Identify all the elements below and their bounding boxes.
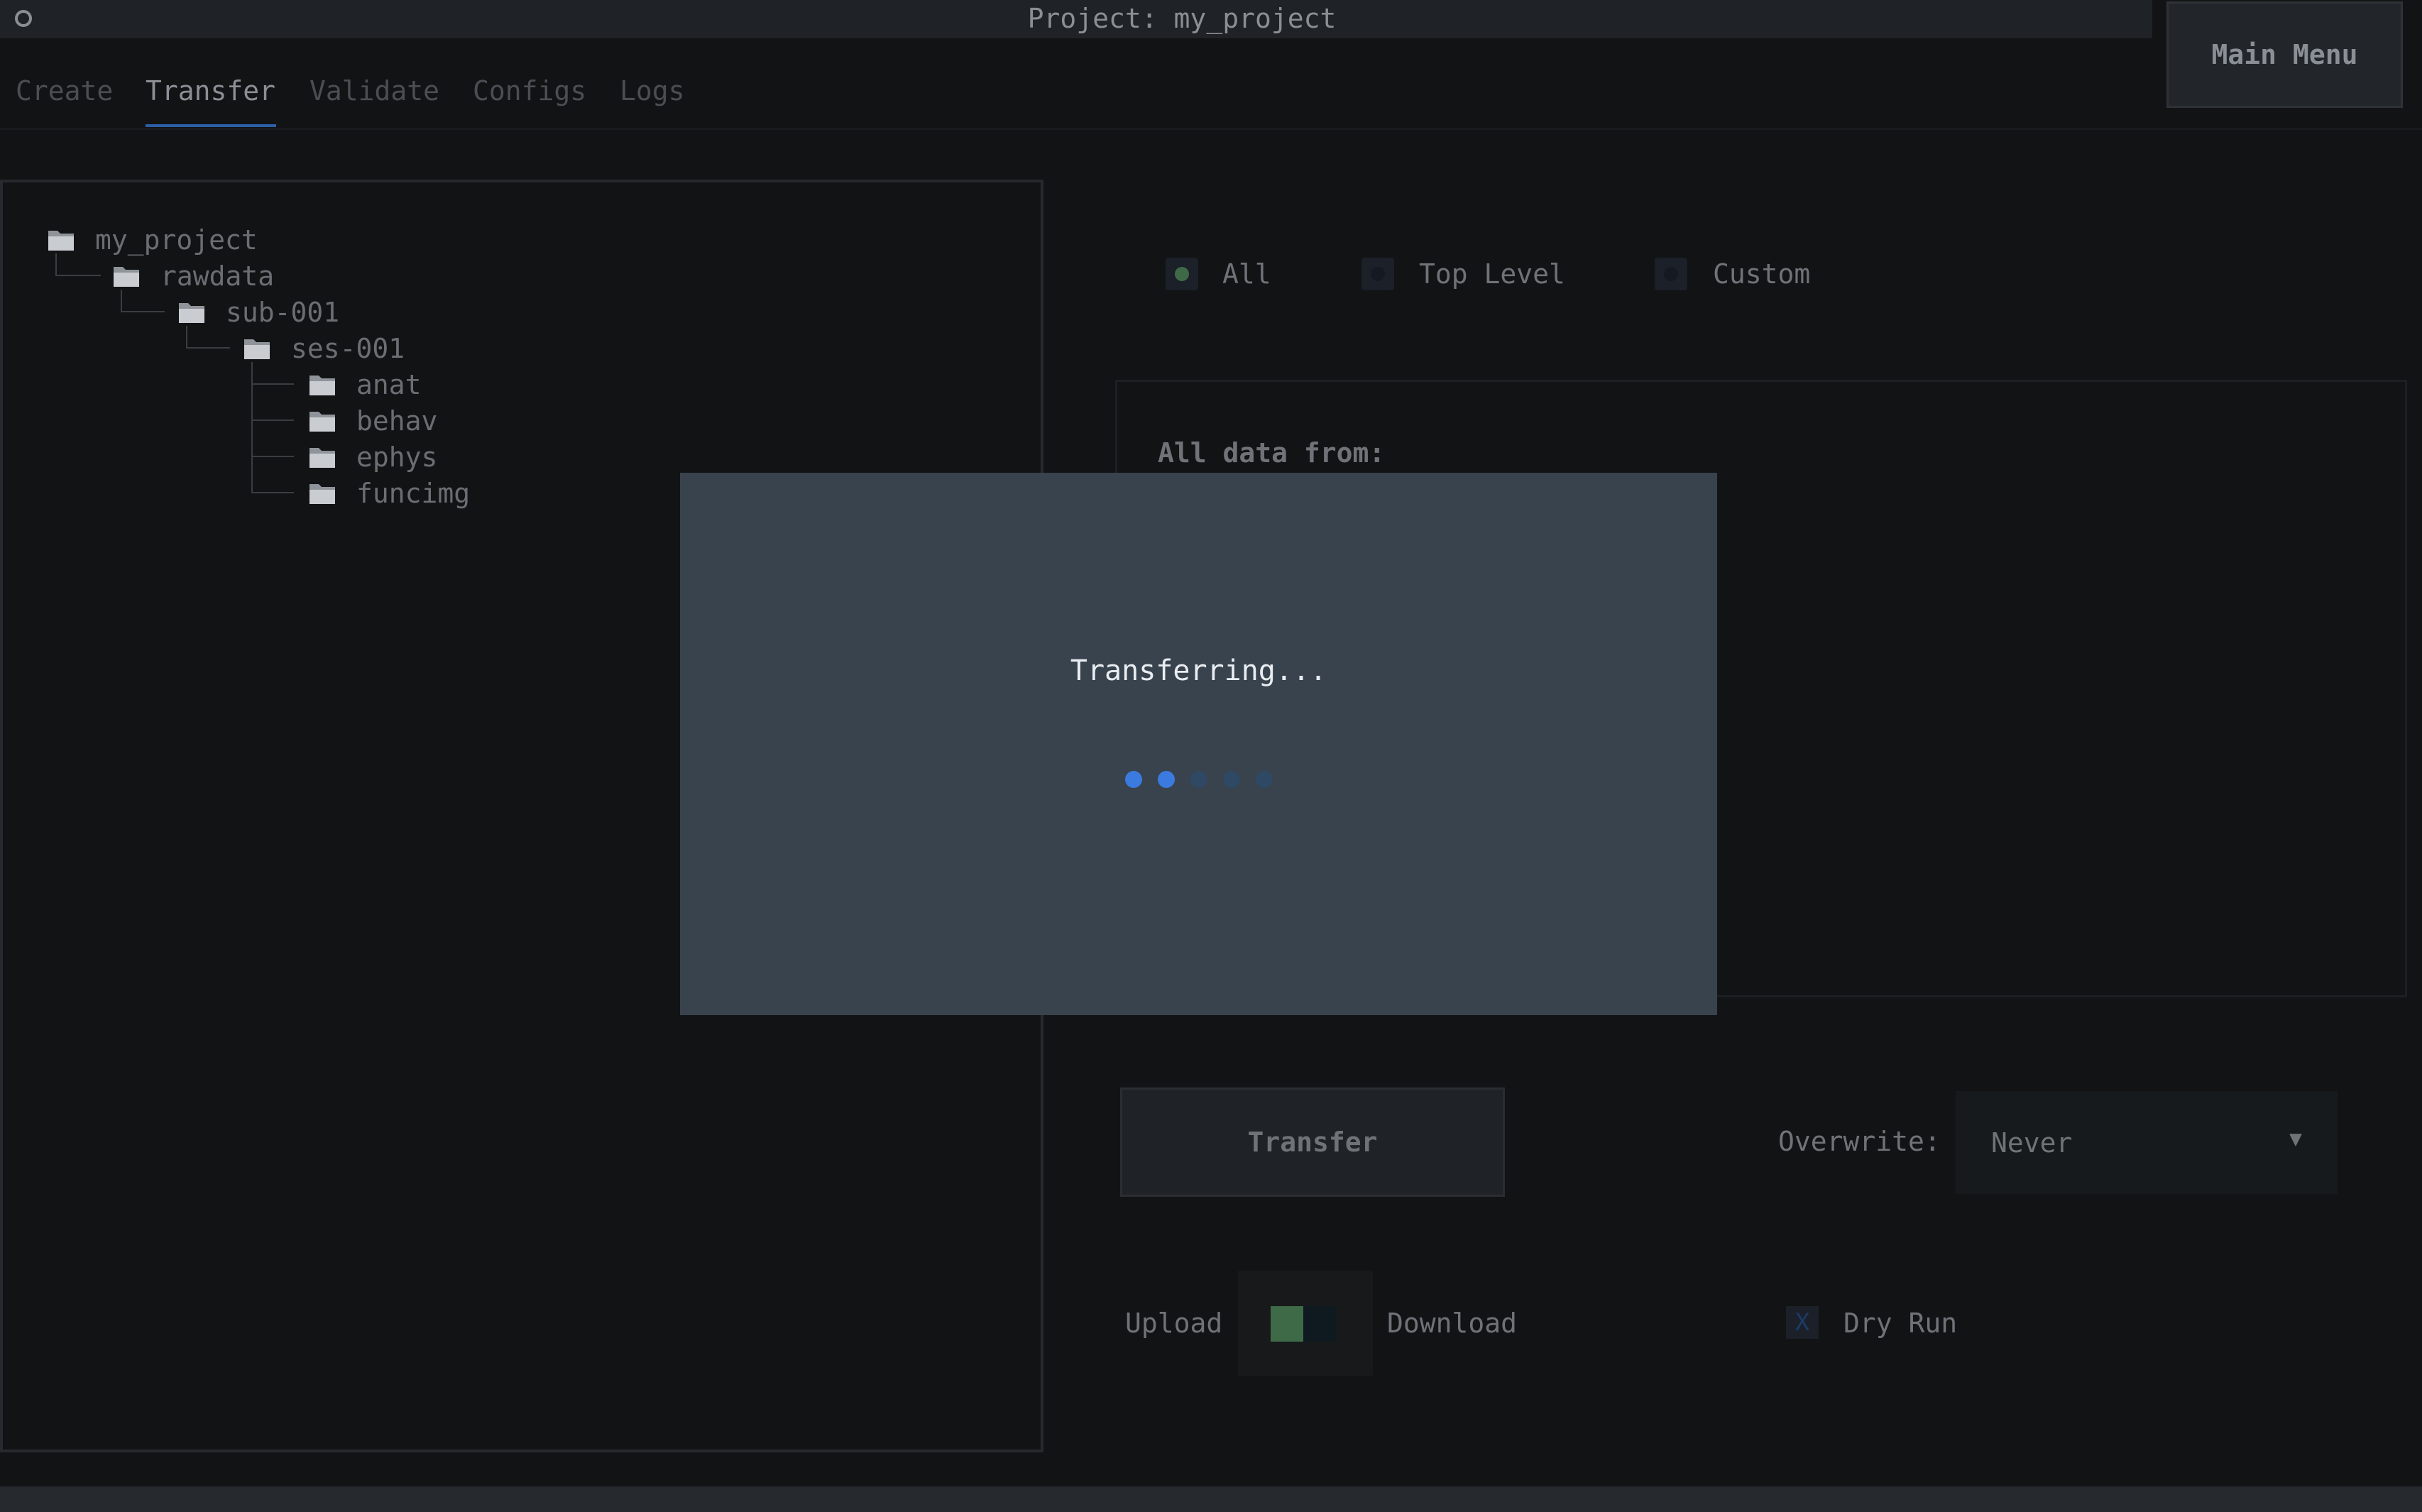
folder-icon: [309, 448, 335, 468]
transfer-details-text: All data from:: [1158, 437, 1386, 469]
tree-item-funcimg[interactable]: funcimg: [308, 476, 470, 511]
tree-item-label: my_project: [95, 224, 258, 256]
tree-item-label: rawdata: [160, 261, 275, 292]
folder-icon: [179, 303, 204, 323]
tree-item-behav[interactable]: behav: [308, 403, 437, 439]
radio-top-level[interactable]: [1361, 258, 1394, 290]
folder-icon: [309, 484, 335, 504]
tree-item-anat[interactable]: anat: [308, 367, 422, 402]
modal-message: Transferring...: [1070, 654, 1327, 687]
spinner-dot: [1222, 771, 1240, 788]
folder-icon: [48, 231, 74, 251]
overwrite-selected-value: Never: [1991, 1127, 2073, 1158]
footer-bar: [0, 1486, 2422, 1512]
tab-create[interactable]: Create: [16, 75, 113, 106]
tree-item-ses-001[interactable]: ses-001: [243, 331, 405, 366]
dry-run-label: Dry Run: [1843, 1308, 1958, 1339]
caret-down-icon: ▼: [2289, 1127, 2302, 1151]
download-label: Download: [1387, 1308, 1518, 1339]
tree-item-label: ephys: [356, 442, 438, 473]
spinner-dot: [1190, 771, 1207, 788]
tree-item-my-project[interactable]: my_project: [47, 222, 258, 258]
spinner-dot: [1157, 771, 1175, 788]
upload-label: Upload: [1125, 1308, 1223, 1339]
spinner-dot: [1255, 771, 1273, 788]
upload-download-switch[interactable]: [1238, 1271, 1373, 1376]
folder-icon: [114, 267, 139, 287]
transfer-button[interactable]: Transfer: [1120, 1088, 1505, 1197]
main-menu-button[interactable]: Main Menu: [2166, 1, 2403, 108]
loading-spinner: [680, 771, 1717, 788]
tabs-divider: [0, 128, 2422, 130]
tab-validate[interactable]: Validate: [309, 75, 439, 106]
switch-knob: [1271, 1306, 1303, 1342]
dry-run-checkbox[interactable]: X: [1786, 1306, 1819, 1339]
folder-icon: [309, 376, 335, 395]
transfer-progress-modal: Transferring...: [680, 473, 1717, 1015]
tree-item-label: sub-001: [226, 297, 340, 328]
tree-item-label: ses-001: [291, 333, 405, 364]
tree-item-label: funcimg: [356, 478, 471, 509]
tree-item-label: anat: [356, 369, 422, 400]
radio-all[interactable]: [1166, 258, 1198, 290]
folder-icon: [244, 339, 270, 359]
tree-item-sub-001[interactable]: sub-001: [177, 295, 339, 330]
active-tab-indicator: [146, 124, 276, 127]
tab-transfer[interactable]: Transfer: [146, 75, 275, 106]
spinner-dot: [1124, 771, 1142, 788]
radio-selected-indicator: [1175, 267, 1189, 281]
radio-indicator: [1371, 267, 1385, 281]
radio-all-label: All: [1222, 258, 1271, 290]
tab-logs[interactable]: Logs: [620, 75, 685, 106]
tree-item-ephys[interactable]: ephys: [308, 439, 437, 475]
radio-top-level-label: Top Level: [1419, 258, 1565, 290]
radio-custom-label: Custom: [1713, 258, 1811, 290]
tree-item-label: behav: [356, 405, 438, 437]
overwrite-label: Overwrite:: [1778, 1126, 1941, 1157]
radio-indicator: [1664, 267, 1678, 281]
folder-icon: [309, 412, 335, 432]
window-title: Project: my_project: [1027, 3, 1337, 34]
tree-item-rawdata[interactable]: rawdata: [112, 258, 274, 294]
tab-configs[interactable]: Configs: [473, 75, 586, 106]
overwrite-select[interactable]: Never ▼: [1956, 1091, 2338, 1194]
radio-custom[interactable]: [1655, 258, 1687, 290]
